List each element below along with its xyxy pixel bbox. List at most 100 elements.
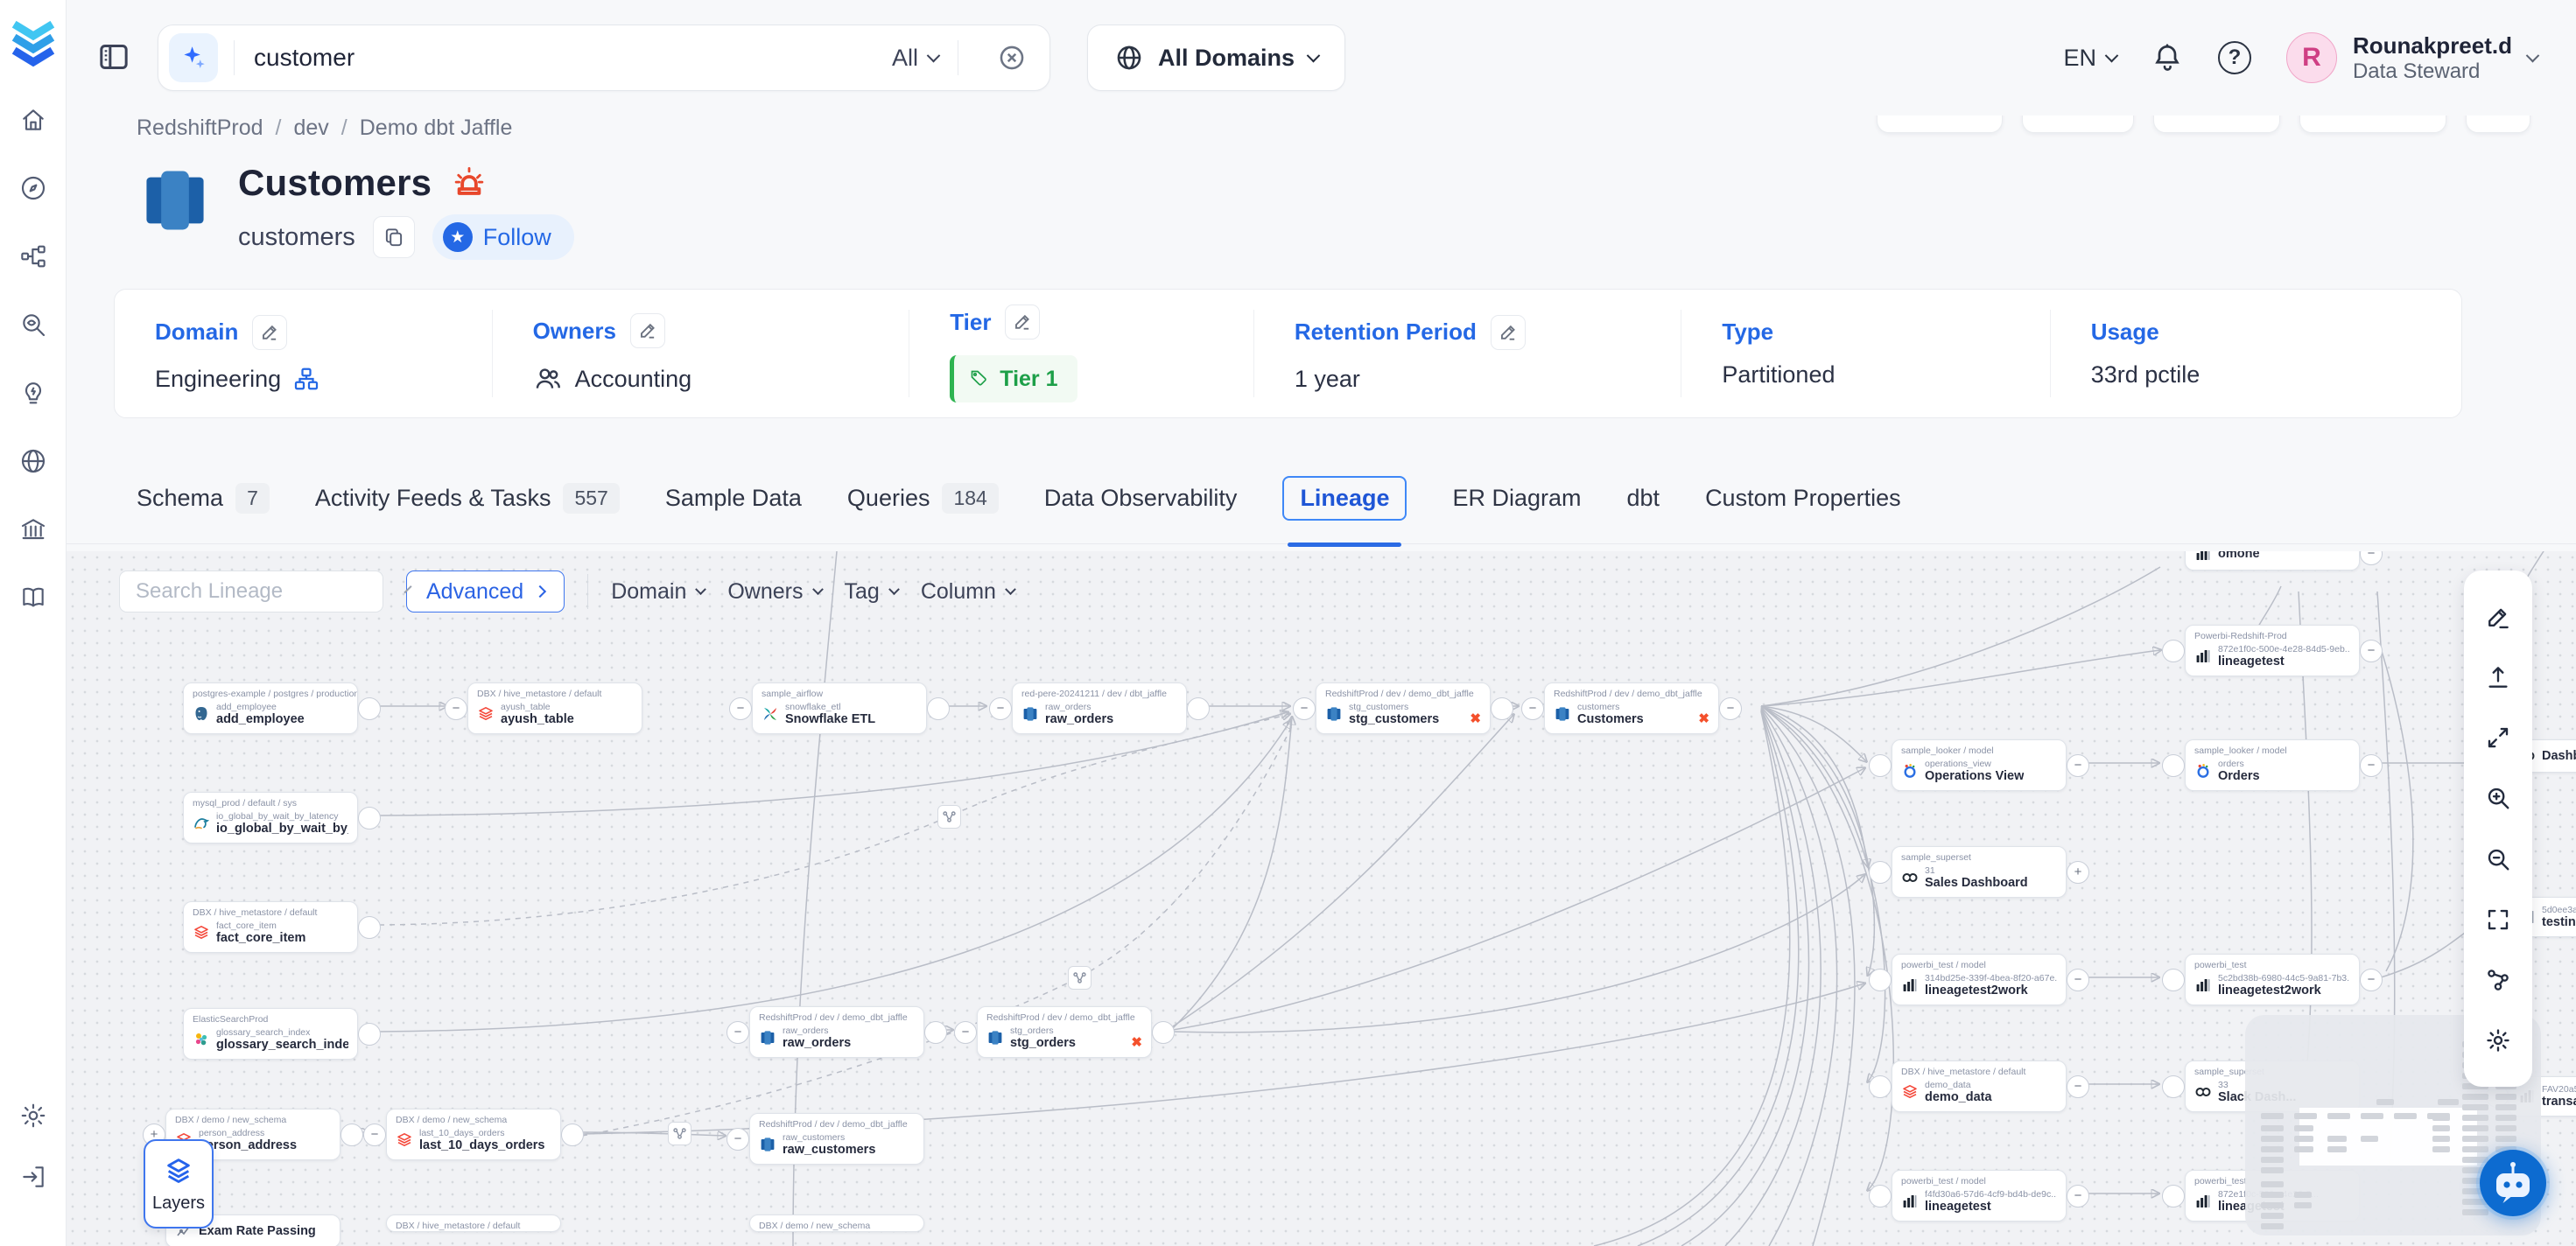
owners-value[interactable]: Accounting bbox=[575, 366, 692, 393]
expand-upstream-connector[interactable] bbox=[1869, 969, 1892, 991]
user-menu[interactable]: R Rounakpreet.d Data Steward bbox=[2286, 32, 2537, 85]
lineage-node-sales-dashboard[interactable]: sample_superset31Sales Dashboard+ bbox=[1892, 846, 2067, 898]
clear-search-icon[interactable] bbox=[997, 43, 1027, 73]
expand-downstream-connector[interactable]: − bbox=[2067, 754, 2089, 777]
expand-downstream-connector[interactable]: − bbox=[2360, 754, 2383, 777]
edit-icon[interactable] bbox=[252, 315, 287, 350]
expand-upstream-connector[interactable] bbox=[2162, 1185, 2185, 1208]
notifications-bell-icon[interactable] bbox=[2151, 42, 2183, 74]
help-icon[interactable]: ? bbox=[2218, 41, 2251, 74]
expand-downstream-connector[interactable] bbox=[358, 807, 381, 830]
expand-downstream-connector[interactable] bbox=[1152, 1021, 1175, 1044]
sidebar-item-home[interactable] bbox=[18, 105, 48, 135]
tab-sample-data[interactable]: Sample Data bbox=[665, 485, 802, 512]
breadcrumb-database[interactable]: dev bbox=[293, 116, 328, 141]
sidebar-item-workflows[interactable] bbox=[18, 242, 48, 271]
expand-downstream-connector[interactable] bbox=[561, 1124, 584, 1146]
lineage-canvas[interactable]: Advanced Domain Owners Tag Column postgr… bbox=[67, 551, 2576, 1246]
sidebar-item-governance[interactable] bbox=[18, 514, 48, 544]
expand-upstream-connector[interactable] bbox=[2162, 640, 2185, 662]
tab-lineage[interactable]: Lineage bbox=[1282, 476, 1407, 521]
lineage-process-icon[interactable] bbox=[937, 805, 961, 829]
expand-upstream-connector[interactable]: − bbox=[954, 1021, 977, 1044]
lineage-tool-zoom-out[interactable] bbox=[2481, 842, 2516, 877]
lineage-process-icon[interactable] bbox=[668, 1122, 691, 1145]
expand-downstream-connector[interactable] bbox=[358, 916, 381, 939]
breadcrumb-schema[interactable]: Demo dbt Jaffle bbox=[360, 116, 513, 141]
lineage-tool-settings[interactable] bbox=[2481, 1023, 2516, 1058]
filter-column[interactable]: Column bbox=[921, 579, 1014, 605]
lineage-node-snowflake-etl[interactable]: sample_airflowsnowflake_etlSnowflake ETL… bbox=[752, 682, 927, 734]
expand-upstream-connector[interactable]: − bbox=[726, 1128, 749, 1151]
tab-activity-feeds[interactable]: Activity Feeds & Tasks557 bbox=[315, 483, 620, 514]
expand-downstream-connector[interactable]: + bbox=[2067, 861, 2089, 884]
expand-upstream-connector[interactable]: − bbox=[1293, 697, 1316, 720]
filter-owners[interactable]: Owners bbox=[727, 579, 821, 605]
sidebar-item-logout[interactable] bbox=[18, 1162, 48, 1192]
expand-upstream-connector[interactable] bbox=[1869, 1075, 1892, 1098]
expand-downstream-connector[interactable]: − bbox=[2067, 969, 2089, 991]
tab-dbt[interactable]: dbt bbox=[1627, 485, 1660, 512]
expand-downstream-connector[interactable]: − bbox=[2067, 1185, 2089, 1208]
lineage-node-omone[interactable]: omone− bbox=[2185, 551, 2360, 570]
lineage-node-customers[interactable]: RedshiftProd / dev / demo_dbt_jafflecust… bbox=[1544, 682, 1719, 734]
expand-downstream-connector[interactable]: − bbox=[1719, 697, 1742, 720]
lineage-tool-fullscreen[interactable] bbox=[2481, 902, 2516, 937]
lineage-node-stg-orders[interactable]: RedshiftProd / dev / demo_dbt_jafflestg_… bbox=[977, 1006, 1152, 1058]
filter-tag[interactable]: Tag bbox=[845, 579, 898, 605]
edit-icon[interactable] bbox=[1005, 304, 1040, 340]
expand-downstream-connector[interactable]: − bbox=[2360, 969, 2383, 991]
lineage-tool-zoom-in[interactable] bbox=[2481, 780, 2516, 816]
sidebar-item-glossary[interactable] bbox=[18, 583, 48, 612]
tab-data-observability[interactable]: Data Observability bbox=[1044, 485, 1238, 512]
lineage-node-orders[interactable]: sample_looker / modelordersOrders− bbox=[2185, 739, 2360, 791]
expand-upstream-connector[interactable] bbox=[2162, 754, 2185, 777]
language-dropdown[interactable]: EN bbox=[2063, 45, 2116, 72]
expand-upstream-connector[interactable] bbox=[1869, 754, 1892, 777]
follow-button[interactable]: ★ Follow bbox=[432, 214, 574, 260]
expand-downstream-connector[interactable]: − bbox=[2067, 1075, 2089, 1098]
expand-upstream-connector[interactable]: − bbox=[989, 697, 1012, 720]
expand-upstream-connector[interactable]: − bbox=[726, 1021, 749, 1044]
lineage-node-fact-core-item[interactable]: DBX / hive_metastore / defaultfact_core_… bbox=[183, 901, 358, 953]
sidebar-item-web[interactable] bbox=[18, 446, 48, 476]
lineage-node-raw-customers[interactable]: RedshiftProd / dev / demo_dbt_jaffleraw_… bbox=[749, 1113, 924, 1165]
lineage-node-lineagetest[interactable]: Powerbi-Redshift-Prod872e1f0c-500e-4e28-… bbox=[2185, 625, 2360, 676]
expand-upstream-connector[interactable] bbox=[2162, 969, 2185, 991]
expand-downstream-connector[interactable] bbox=[1491, 697, 1513, 720]
ai-chatbot-button[interactable] bbox=[2474, 1144, 2551, 1222]
minimap-viewport[interactable] bbox=[2299, 1108, 2477, 1166]
edit-icon[interactable] bbox=[1491, 315, 1526, 350]
lineage-node-lineagetest2work[interactable]: powerbi_test5c2bd38b-6980-44c5-9a81-7b3.… bbox=[2185, 954, 2360, 1005]
lineage-node-last-10-days-orders[interactable]: DBX / demo / new_schemalast_10_days_orde… bbox=[386, 1109, 561, 1160]
expand-upstream-connector[interactable]: − bbox=[445, 697, 467, 720]
sidebar-item-insights[interactable] bbox=[18, 378, 48, 408]
lineage-tool-relayout[interactable] bbox=[2481, 962, 2516, 998]
lineage-node-stg-customers[interactable]: RedshiftProd / dev / demo_dbt_jafflestg_… bbox=[1316, 682, 1491, 734]
usage-label[interactable]: Usage bbox=[2091, 318, 2159, 346]
expand-downstream-connector[interactable]: − bbox=[2360, 640, 2383, 662]
lineage-node-raw-orders[interactable]: RedshiftProd / dev / demo_dbt_jaffleraw_… bbox=[749, 1006, 924, 1058]
expand-downstream-connector[interactable] bbox=[1187, 697, 1210, 720]
type-label[interactable]: Type bbox=[1722, 318, 1773, 346]
lineage-node-add-employee[interactable]: postgres-example / postgres / production… bbox=[183, 682, 358, 734]
lineage-node-glossary-search-index[interactable]: ElasticSearchProdglossary_search_indexgl… bbox=[183, 1008, 358, 1060]
expand-downstream-connector[interactable] bbox=[340, 1124, 363, 1146]
expand-upstream-connector[interactable]: − bbox=[363, 1124, 386, 1146]
domain-value[interactable]: Engineering bbox=[155, 366, 281, 393]
breadcrumb-connection[interactable]: RedshiftProd bbox=[137, 116, 263, 141]
retention-label[interactable]: Retention Period bbox=[1295, 318, 1477, 346]
owners-label[interactable]: Owners bbox=[533, 318, 616, 345]
tab-er-diagram[interactable]: ER Diagram bbox=[1452, 485, 1581, 512]
lineage-node-demo-data[interactable]: DBX / hive_metastore / defaultdemo_datad… bbox=[1892, 1060, 2067, 1112]
lineage-tool-export[interactable] bbox=[2481, 660, 2516, 695]
lineage-node-io-global-by-wait-by-late-[interactable]: mysql_prod / default / sysio_global_by_w… bbox=[183, 792, 358, 844]
lineage-node-operations-view[interactable]: sample_looker / modeloperations_viewOper… bbox=[1892, 739, 2067, 791]
expand-upstream-connector[interactable] bbox=[2162, 1075, 2185, 1098]
sidebar-item-settings[interactable] bbox=[18, 1101, 48, 1130]
lineage-tool-fit-view[interactable] bbox=[2481, 720, 2516, 755]
layers-button[interactable]: Layers bbox=[144, 1139, 214, 1228]
global-search-bar[interactable]: All bbox=[158, 24, 1050, 91]
lineage-process-icon[interactable] bbox=[1068, 966, 1091, 990]
all-domains-dropdown[interactable]: All Domains bbox=[1087, 24, 1345, 91]
